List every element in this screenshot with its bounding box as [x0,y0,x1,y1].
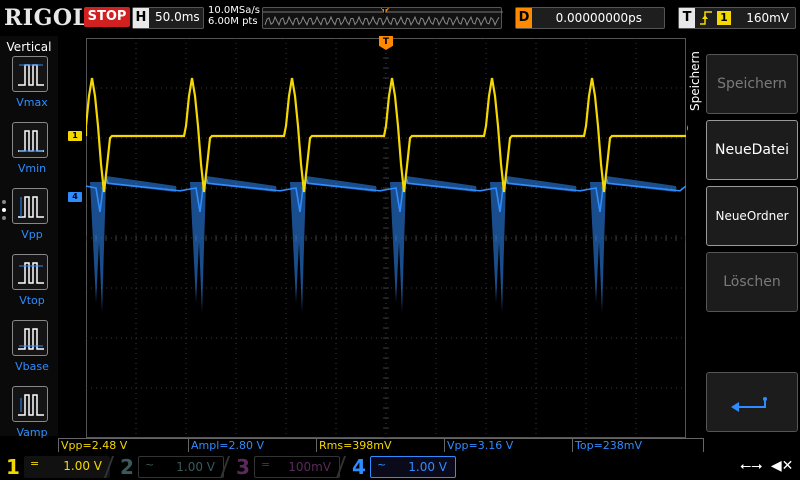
trigger-level: 160mV [746,11,789,25]
usb-icon: ⭠⭢ [740,458,763,474]
channel-4-settings: ~ 1.00 V [370,456,456,478]
measurement-result-5[interactable]: Top=238mV [572,438,704,452]
ac-coupling-icon: ~ [145,458,155,471]
channel-3-settings: = 100mV [254,456,340,478]
softkey-menu: Speichern Speichern NeueDatei NeueOrdner… [688,36,800,436]
menu-title: Speichern [688,51,702,111]
ch1-offset-marker-label: 1 [72,131,78,140]
delete-button[interactable]: Löschen [706,252,798,312]
trigger-label: T [679,8,695,28]
channel-3-number: 3 [236,455,250,479]
return-icon [731,397,767,412]
channel-2-settings: ~ 1.00 V [138,456,224,478]
delay-label: D [516,8,532,28]
vmax-icon [12,56,48,92]
ch1-offset-marker[interactable]: 1 [68,131,82,141]
timebase-value: 50.0ms [155,10,200,24]
channel-4-number: 4 [352,455,366,479]
measure-vbase-label: Vbase [15,360,49,373]
vpp-icon [12,188,48,224]
trigger-source: 1 [717,11,731,25]
top-status-bar: RIGOL STOP H 50.0ms 10.0MSa/s 6.00M pts … [0,0,800,36]
vtop-icon [12,254,48,290]
timebase-box[interactable]: H 50.0ms [132,7,204,29]
dc-coupling-icon: = [261,458,271,471]
run-stop-indicator[interactable]: STOP [84,7,130,27]
channel-2-number: 2 [120,455,134,479]
ch4-offset-marker-label: 4 [72,192,78,201]
delay-value: 0.00000000ps [555,11,642,25]
delay-box[interactable]: D 0.00000000ps [515,7,665,29]
measurement-results: Vpp=2.48 V Ampl=2.80 V Rms=398mV Vpp=3.1… [58,438,704,452]
measurement-result-4[interactable]: Vpp=3.16 V [444,438,572,452]
waveform-canvas [84,37,687,439]
measure-vpp-label: Vpp [21,228,43,241]
measurement-result-2[interactable]: Ampl=2.80 V [188,438,316,452]
timebase-label: H [133,8,149,28]
return-button[interactable] [706,372,798,432]
channel-1-scale: 1.00 V [63,459,102,473]
trigger-position-marker-label: T [382,37,390,47]
channel-4-scale: 1.00 V [408,460,447,474]
vamp-icon [12,386,48,422]
channel-2-scale: 1.00 V [176,460,215,474]
channel-bar: 1 = 1.00 V 2 ~ 1.00 V 3 = 100mV 4 ~ 1.00… [0,452,800,480]
memory-trigger-marker: T [382,7,388,16]
vbase-icon [12,320,48,356]
measure-vmax[interactable]: Vmax [8,56,56,118]
memory-overview-bar[interactable]: T [262,7,503,29]
measure-vpp[interactable]: Vpp [8,188,56,250]
sample-rate: 10.0MSa/s [208,5,260,16]
rising-edge-icon [699,10,713,30]
dc-coupling-icon: = [30,457,40,470]
channel-3-scale: 100mV [288,460,331,474]
measure-vtop-label: Vtop [19,294,45,307]
channel-1-number: 1 [6,455,20,479]
speaker-mute-icon[interactable]: ◀✕ [771,458,794,474]
measure-vmax-label: Vmax [16,96,48,109]
measurement-panel-title: Vertical [6,40,52,54]
ch4-offset-marker[interactable]: 4 [68,192,82,202]
ch1-waveform [84,77,686,193]
acquisition-info: 10.0MSa/s 6.00M pts [208,5,260,27]
status-icons: ⭠⭢ ◀✕ [740,458,793,474]
new-file-button[interactable]: NeueDatei [706,120,798,180]
save-button[interactable]: Speichern [706,54,798,114]
measurement-panel: Vertical Vmax Vmin Vpp Vtop Vbase Vamp [0,36,58,439]
vmin-icon [12,122,48,158]
brand-logo: RIGOL [4,5,89,31]
measure-vtop[interactable]: Vtop [8,254,56,316]
measure-vamp[interactable]: Vamp [8,386,56,448]
measure-vbase[interactable]: Vbase [8,320,56,382]
ch4-waveform-envelope [90,176,676,312]
measure-vamp-label: Vamp [16,426,48,439]
measure-vmin-label: Vmin [17,162,47,175]
measurement-result-3[interactable]: Rms=398mV [316,438,444,452]
memory-depth: 6.00M pts [208,16,258,27]
new-folder-button[interactable]: NeueOrdner [706,186,798,246]
ac-coupling-icon: ~ [377,458,387,471]
trigger-box[interactable]: T 1 160mV [678,7,796,29]
measurement-result-1[interactable]: Vpp=2.48 V [58,438,188,452]
waveform-display[interactable]: 1 4 T [68,36,697,439]
channel-1-settings: = 1.00 V [24,456,110,478]
measure-vmin[interactable]: Vmin [8,122,56,184]
